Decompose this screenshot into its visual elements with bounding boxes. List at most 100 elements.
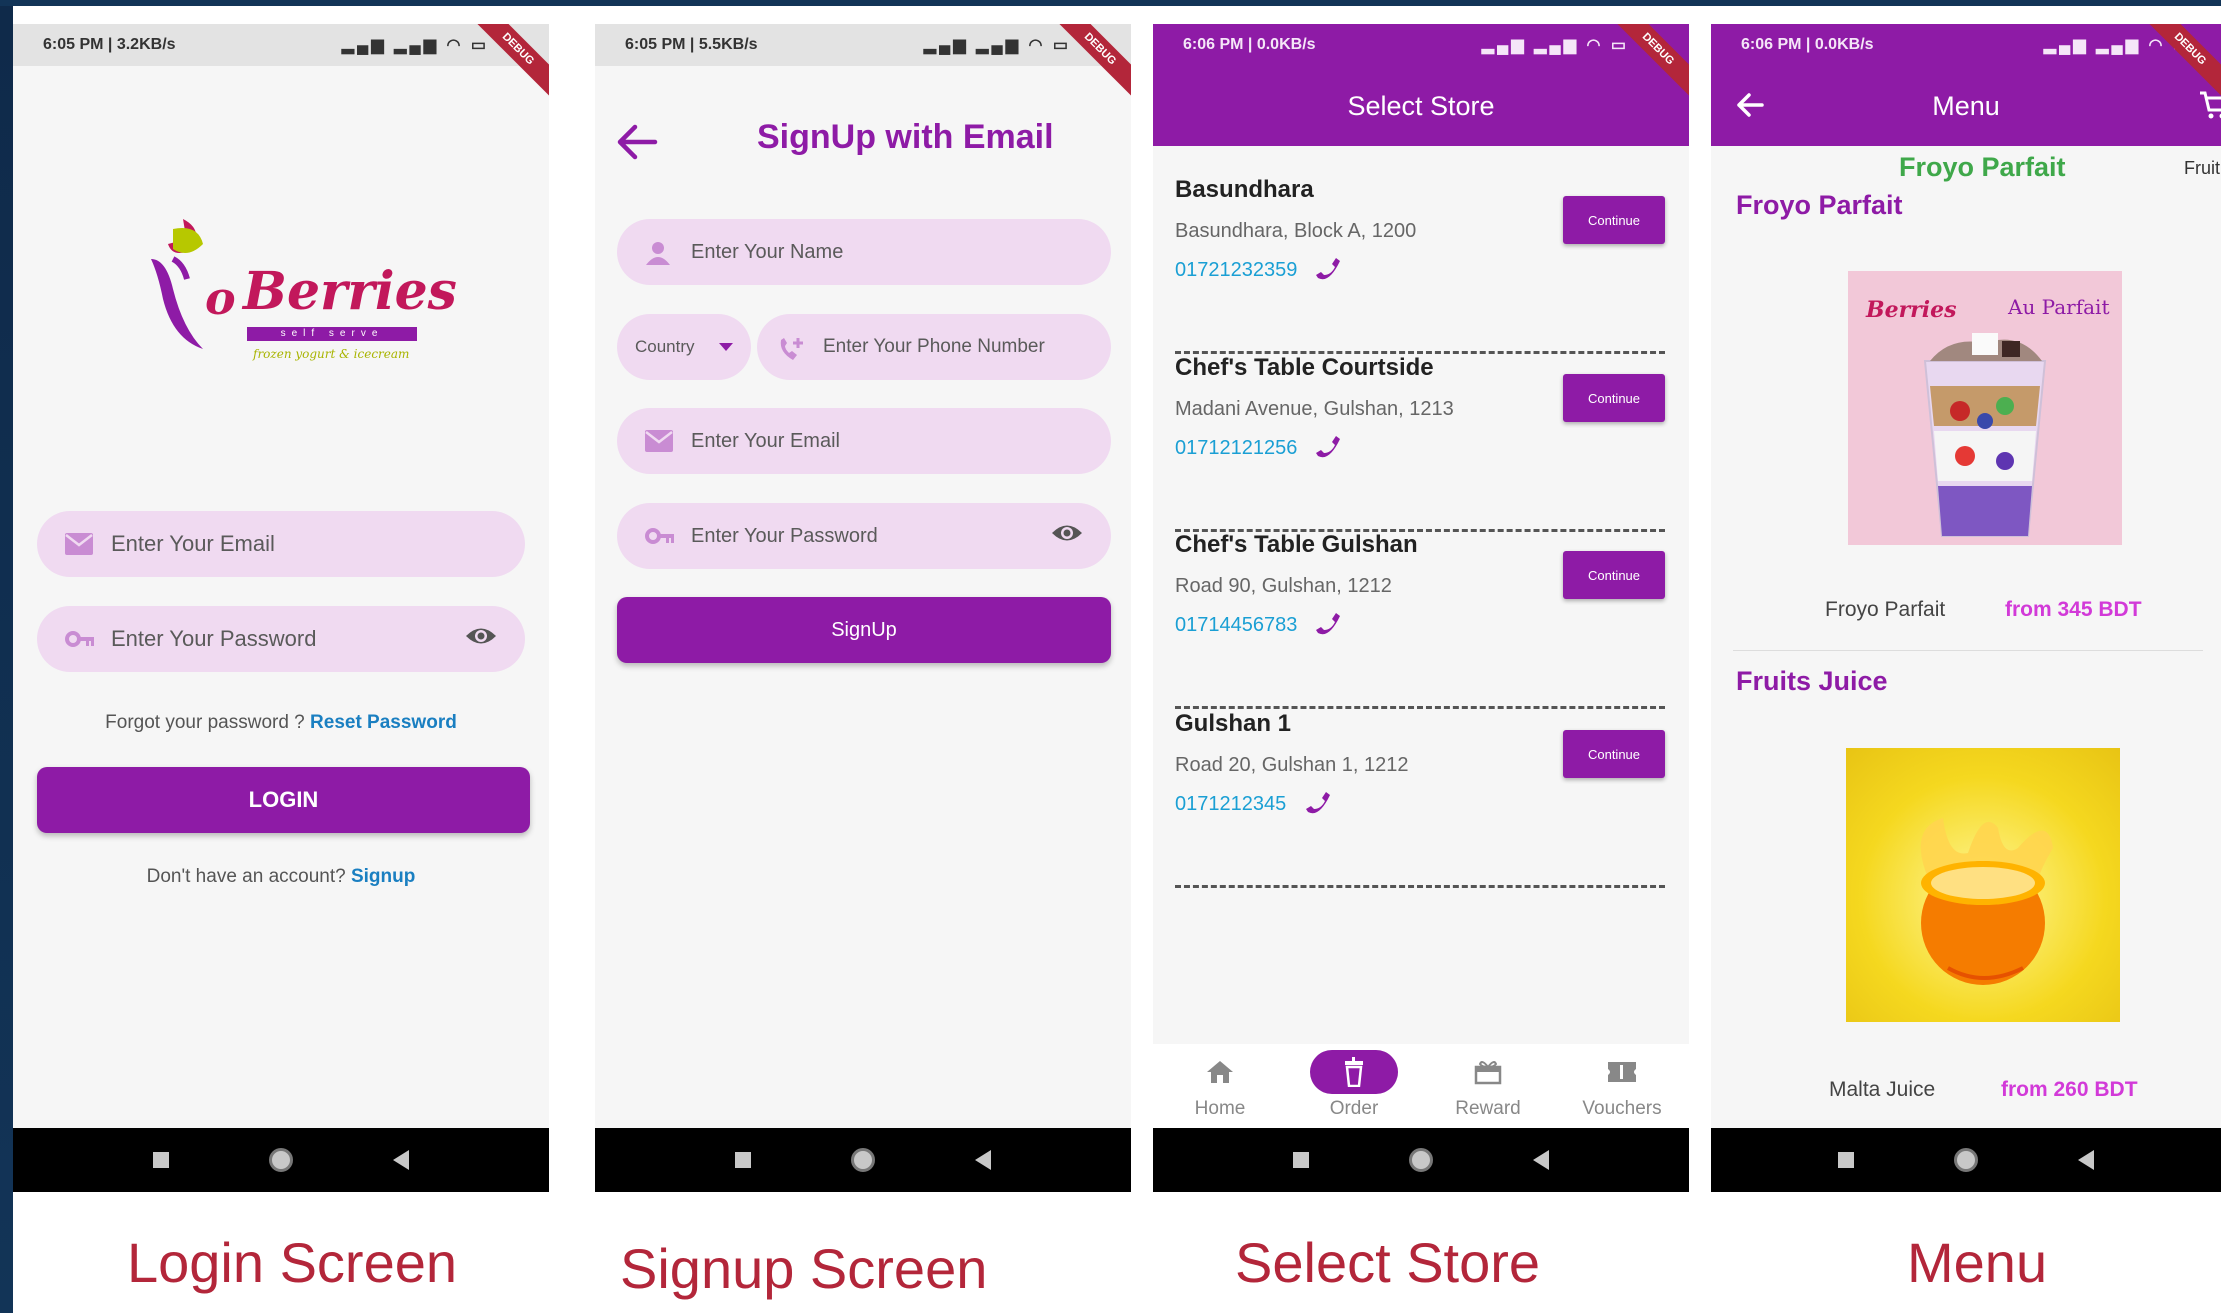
recents-square-icon[interactable]: [1838, 1152, 1854, 1168]
recents-square-icon[interactable]: [1293, 1152, 1309, 1168]
section-title: Froyo Parfait: [1736, 190, 1903, 220]
store-address: Basundhara, Block A, 1200: [1175, 220, 1417, 242]
phone-icon[interactable]: [1315, 611, 1343, 639]
password-field[interactable]: Enter Your Password: [617, 503, 1111, 569]
password-placeholder: Enter Your Password: [691, 524, 878, 547]
home-circle-icon[interactable]: [1409, 1148, 1433, 1172]
country-select[interactable]: Country: [617, 314, 751, 380]
visibility-toggle-eye-icon[interactable]: [1051, 522, 1083, 550]
nav-item-reward[interactable]: Reward: [1428, 1050, 1548, 1120]
store-phone[interactable]: 0171212345: [1175, 793, 1286, 816]
product-name: Malta Juice: [1829, 1078, 1936, 1101]
app-bar: Select Store: [1153, 66, 1689, 146]
store-card[interactable]: Chef's Table Gulshan Road 90, Gulshan, 1…: [1175, 531, 1665, 709]
back-triangle-icon[interactable]: [1533, 1150, 1549, 1170]
reset-password-link[interactable]: Reset Password: [310, 712, 457, 733]
background-edge-top: [0, 0, 2221, 6]
signup-button[interactable]: SignUp: [617, 597, 1111, 663]
nav-item-home[interactable]: Home: [1160, 1050, 1280, 1120]
login-screen: 6:05 PM | 3.2KB/s ▂▄▆ ▂▄▆ ◠ ▭ DEBUG o Be…: [13, 24, 549, 1192]
froyo-parfait-image[interactable]: Berries Au Parfait: [1848, 271, 2122, 545]
email-field[interactable]: Enter Your Email: [617, 408, 1111, 474]
tab-froyo-parfait[interactable]: Froyo Parfait: [1899, 152, 2066, 183]
tab-fruit[interactable]: Fruit: [2184, 158, 2220, 179]
store-name: Gulshan 1: [1175, 710, 1292, 737]
login-button[interactable]: LOGIN: [37, 767, 530, 833]
section-title: Fruits Juice: [1736, 666, 1888, 696]
bottom-navigation: Home Order Reward Vouchers: [1153, 1044, 1689, 1128]
home-circle-icon[interactable]: [269, 1148, 293, 1172]
key-icon: [645, 525, 674, 547]
status-time: 6:06 PM | 0.0KB/s: [1183, 36, 1316, 53]
mail-icon: [645, 430, 673, 452]
continue-button[interactable]: Continue: [1563, 196, 1665, 244]
signal-wifi-battery-icon: ▂▄▆ ▂▄▆ ◠ ▭: [341, 37, 489, 54]
phone-placeholder: Enter Your Phone Number: [823, 336, 1045, 357]
store-phone[interactable]: 01721232359: [1175, 259, 1297, 282]
nav-item-vouchers[interactable]: Vouchers: [1562, 1050, 1682, 1120]
back-arrow-icon[interactable]: [615, 122, 659, 162]
back-triangle-icon[interactable]: [393, 1150, 409, 1170]
status-bar: 6:06 PM | 0.0KB/s ▂▄▆ ▂▄▆ ◠ ▭: [1711, 24, 2221, 66]
visibility-toggle-eye-icon[interactable]: [465, 625, 497, 653]
caption-menu: Menu: [1907, 1231, 2048, 1294]
password-placeholder: Enter Your Password: [111, 626, 317, 651]
divider: [1733, 650, 2203, 651]
phone-icon[interactable]: [1315, 434, 1343, 462]
product-name: Froyo Parfait: [1825, 598, 1946, 621]
nav-label-order: Order: [1329, 1098, 1379, 1119]
phone-icon[interactable]: [1305, 790, 1333, 818]
voucher-icon: [1607, 1050, 1637, 1094]
parfait-cup-illustration: [1923, 333, 2047, 537]
signal-wifi-battery-icon: ▂▄▆ ▂▄▆ ◠ ▭: [1481, 37, 1629, 54]
logo-brand: Berries: [243, 261, 457, 322]
continue-button[interactable]: Continue: [1563, 730, 1665, 778]
continue-button[interactable]: Continue: [1563, 374, 1665, 422]
phone-icon[interactable]: [1315, 256, 1343, 284]
key-icon: [65, 628, 94, 650]
logo-tagline: frozen yogurt & icecream: [253, 347, 410, 361]
orange-splash-illustration: [1920, 818, 2053, 985]
country-label: Country: [635, 337, 695, 356]
store-phone[interactable]: 01712121256: [1175, 437, 1297, 460]
cart-icon[interactable]: [2199, 90, 2221, 120]
continue-button[interactable]: Continue: [1563, 551, 1665, 599]
signup-link[interactable]: Signup: [351, 866, 415, 887]
home-circle-icon[interactable]: [851, 1148, 875, 1172]
yoberries-logo: o Berries self serve frozen yogurt & ice…: [143, 199, 457, 379]
menu-screen: 6:06 PM | 0.0KB/s ▂▄▆ ▂▄▆ ◠ ▭ Menu DEBUG…: [1711, 24, 2221, 1192]
status-bar: 6:05 PM | 5.5KB/s ▂▄▆ ▂▄▆ ◠ ▭: [595, 24, 1131, 66]
status-time: 6:05 PM | 3.2KB/s: [43, 36, 176, 53]
signal-wifi-battery-icon: ▂▄▆ ▂▄▆ ◠ ▭: [923, 37, 1071, 54]
nav-item-order[interactable]: Order: [1294, 1050, 1414, 1120]
back-arrow-icon[interactable]: [1735, 90, 1765, 120]
phone-field[interactable]: Enter Your Phone Number: [757, 314, 1111, 380]
store-name: Chef's Table Gulshan: [1175, 531, 1418, 558]
password-field[interactable]: Enter Your Password: [37, 606, 525, 672]
product-price: from 345 BDT: [2005, 598, 2142, 621]
page-title: Menu: [1932, 90, 2000, 121]
page-title: SignUp with Email: [757, 118, 1054, 156]
malta-juice-image[interactable]: [1846, 748, 2120, 1022]
recents-square-icon[interactable]: [153, 1152, 169, 1168]
background-edge: [0, 0, 13, 1313]
store-phone[interactable]: 01714456783: [1175, 614, 1297, 637]
store-card[interactable]: Chef's Table Courtside Madani Avenue, Gu…: [1175, 354, 1665, 532]
back-triangle-icon[interactable]: [2078, 1150, 2094, 1170]
image-label: Au Parfait: [2008, 295, 2110, 319]
caption-login: Login Screen: [127, 1231, 458, 1294]
email-field[interactable]: Enter Your Email: [37, 511, 525, 577]
caption-signup: Signup Screen: [620, 1237, 988, 1300]
back-triangle-icon[interactable]: [975, 1150, 991, 1170]
status-bar: 6:06 PM | 0.0KB/s ▂▄▆ ▂▄▆ ◠ ▭: [1153, 24, 1689, 66]
select-store-screen: 6:06 PM | 0.0KB/s ▂▄▆ ▂▄▆ ◠ ▭ Select Sto…: [1153, 24, 1689, 1192]
nav-label-vouchers: Vouchers: [1582, 1098, 1662, 1119]
android-nav-bar: [595, 1128, 1131, 1192]
store-card[interactable]: Gulshan 1 Road 20, Gulshan 1, 1212 01712…: [1175, 710, 1665, 888]
store-card[interactable]: Basundhara Basundhara, Block A, 1200 017…: [1175, 176, 1665, 354]
name-field[interactable]: Enter Your Name: [617, 219, 1111, 285]
nav-label-home: Home: [1194, 1098, 1246, 1119]
email-placeholder: Enter Your Email: [111, 531, 275, 556]
recents-square-icon[interactable]: [735, 1152, 751, 1168]
home-circle-icon[interactable]: [1954, 1148, 1978, 1172]
